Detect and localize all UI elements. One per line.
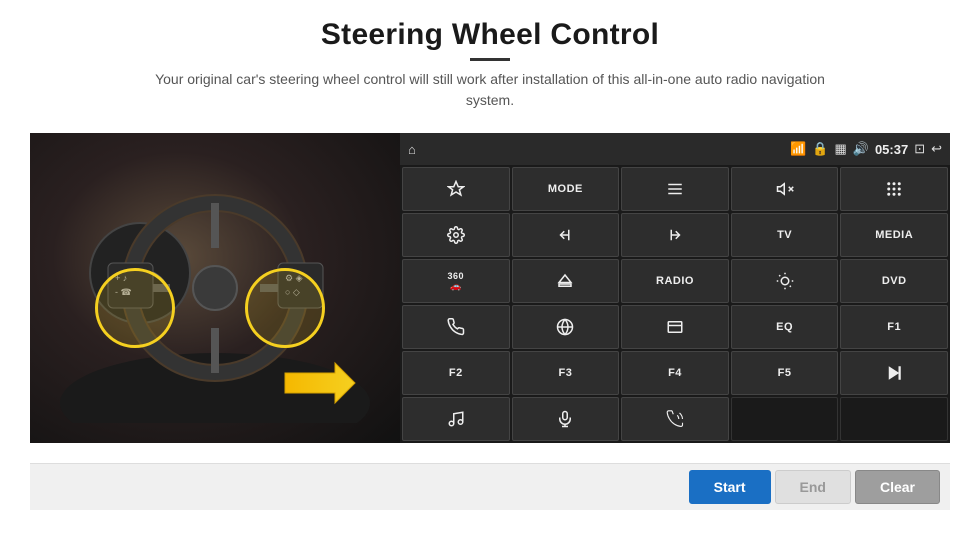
f4-btn[interactable]: F4 — [621, 351, 729, 395]
buttons-grid: MODE TV — [400, 165, 950, 443]
screen-icon: ⊡ — [914, 141, 925, 157]
internet-btn[interactable] — [512, 305, 620, 349]
lock-icon: 🔒 — [812, 141, 828, 157]
empty-btn-1 — [731, 397, 839, 441]
vol-mute-btn[interactable] — [731, 167, 839, 211]
f2-btn[interactable]: F2 — [402, 351, 510, 395]
highlight-circle-left — [95, 268, 175, 348]
menu-btn[interactable] — [621, 167, 729, 211]
status-right: 📶 🔒 ▦ 🔊 05:37 ⊡ ↩ — [790, 141, 942, 157]
status-bar: ⌂ 📶 🔒 ▦ 🔊 05:37 ⊡ ↩ — [400, 133, 950, 165]
phone-btn[interactable] — [402, 305, 510, 349]
f5-btn[interactable]: F5 — [731, 351, 839, 395]
title-section: Steering Wheel Control Your original car… — [140, 18, 840, 125]
radio-btn[interactable]: RADIO — [621, 259, 729, 303]
phone-vol-btn[interactable] — [621, 397, 729, 441]
status-time: 05:37 — [875, 142, 908, 157]
brightness-btn[interactable] — [731, 259, 839, 303]
page-subtitle: Your original car's steering wheel contr… — [140, 69, 840, 111]
bluetooth-icon: 🔊 — [853, 141, 869, 157]
eq-btn[interactable]: EQ — [731, 305, 839, 349]
window-btn[interactable] — [621, 305, 729, 349]
back-icon: ↩ — [931, 141, 942, 157]
cam360-btn[interactable]: 360🚗 — [402, 259, 510, 303]
end-button[interactable]: End — [775, 470, 851, 504]
wifi-icon: 📶 — [790, 141, 806, 157]
page-title: Steering Wheel Control — [140, 18, 840, 52]
car-image-panel: + ♪ - ☎ ⚙ ◈ ○ ◇ — [30, 133, 400, 443]
steering-wheel-container: + ♪ - ☎ ⚙ ◈ ○ ◇ — [60, 153, 370, 423]
arrow-indicator — [280, 353, 360, 418]
prev-btn[interactable] — [512, 213, 620, 257]
next-btn[interactable] — [621, 213, 729, 257]
dvd-btn[interactable]: DVD — [840, 259, 948, 303]
nav-btn[interactable] — [402, 167, 510, 211]
tv-btn[interactable]: TV — [731, 213, 839, 257]
mode-btn[interactable]: MODE — [512, 167, 620, 211]
f1-btn[interactable]: F1 — [840, 305, 948, 349]
mic-btn[interactable] — [512, 397, 620, 441]
highlight-circle-right — [245, 268, 325, 348]
title-divider — [470, 58, 510, 61]
content-row: + ♪ - ☎ ⚙ ◈ ○ ◇ — [30, 133, 950, 463]
playpause-btn[interactable] — [840, 351, 948, 395]
eject-btn[interactable] — [512, 259, 620, 303]
home-icon: ⌂ — [408, 142, 416, 157]
status-left: ⌂ — [408, 142, 416, 157]
apps-btn[interactable] — [840, 167, 948, 211]
music-btn[interactable] — [402, 397, 510, 441]
bottom-bar: Start End Clear — [30, 463, 950, 510]
sim-icon: ▦ — [834, 141, 846, 157]
start-button[interactable]: Start — [689, 470, 771, 504]
empty-btn-2 — [840, 397, 948, 441]
settings-btn[interactable] — [402, 213, 510, 257]
media-btn[interactable]: MEDIA — [840, 213, 948, 257]
f3-btn[interactable]: F3 — [512, 351, 620, 395]
clear-button[interactable]: Clear — [855, 470, 940, 504]
control-panel: ⌂ 📶 🔒 ▦ 🔊 05:37 ⊡ ↩ MODE — [400, 133, 950, 443]
